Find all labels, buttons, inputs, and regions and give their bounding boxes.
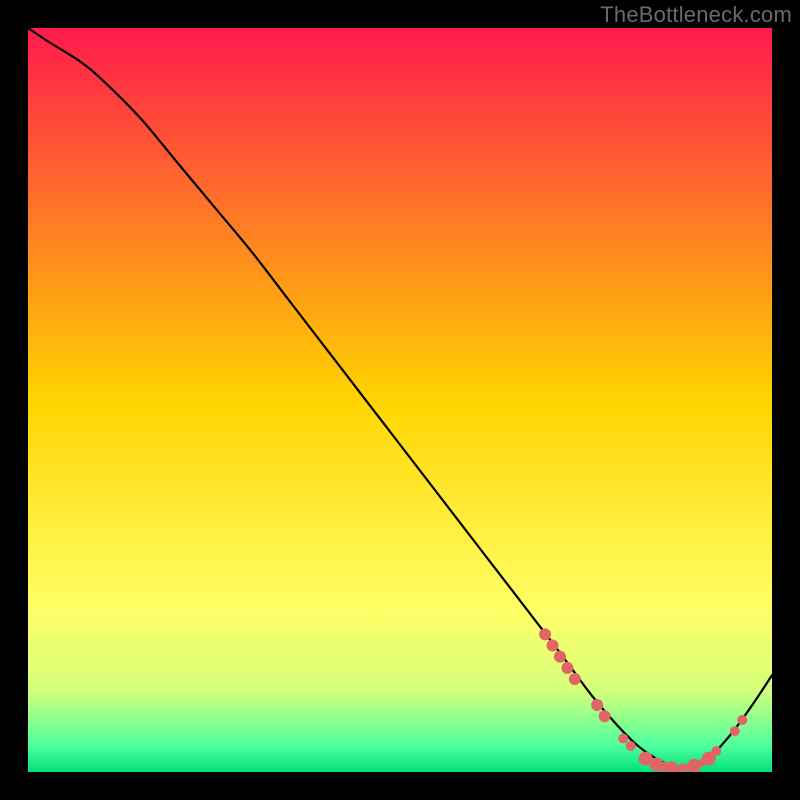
- bottleneck-dots: [626, 741, 636, 751]
- bottleneck-dots: [737, 715, 747, 725]
- bottleneck-dots: [711, 746, 721, 756]
- bottleneck-dots: [730, 726, 740, 736]
- chart-svg: [28, 28, 772, 772]
- gradient-background: [28, 28, 772, 772]
- bottleneck-dots: [539, 628, 551, 640]
- bottleneck-dots: [569, 673, 581, 685]
- bottleneck-dots: [561, 662, 573, 674]
- bottleneck-dots: [547, 640, 559, 652]
- bottleneck-dots: [591, 699, 603, 711]
- plot-area: [28, 28, 772, 772]
- chart-container: TheBottleneck.com: [0, 0, 800, 800]
- bottleneck-dots: [554, 651, 566, 663]
- bottleneck-dots: [599, 710, 611, 722]
- watermark-text: TheBottleneck.com: [600, 2, 792, 28]
- bottleneck-dots: [618, 734, 628, 744]
